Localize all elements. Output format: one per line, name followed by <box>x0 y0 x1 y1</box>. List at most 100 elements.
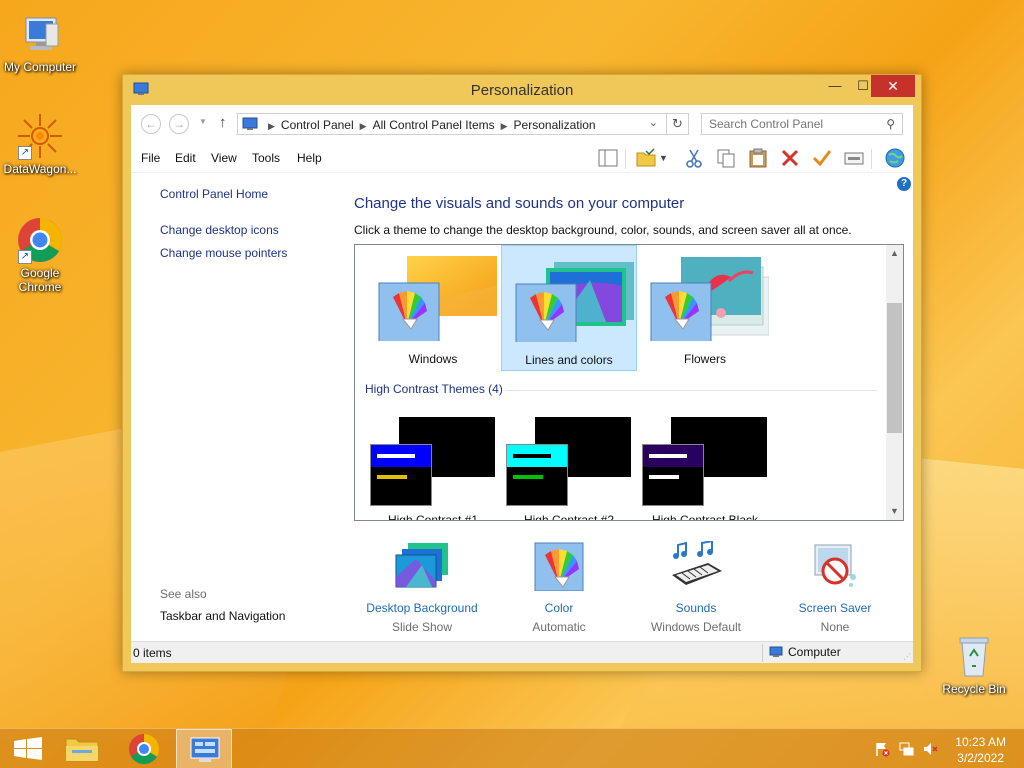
search-input[interactable] <box>709 117 879 131</box>
start-button[interactable] <box>0 729 56 768</box>
theme-preview <box>510 256 634 347</box>
theme-label: High Contrast #1 <box>387 513 479 521</box>
help-icon[interactable]: ? <box>897 177 911 191</box>
see-also-label: See also <box>160 587 207 601</box>
copy-icon[interactable] <box>715 147 737 169</box>
theme-lines-and-colors[interactable]: Lines and colors <box>501 245 637 371</box>
theme-preview <box>642 444 704 506</box>
chevron-right-icon[interactable]: ▶ <box>501 121 508 131</box>
desktop-icon-recycle-bin[interactable]: Recycle Bin <box>934 632 1014 696</box>
menu-tools[interactable]: Tools <box>252 151 280 165</box>
system-clock[interactable]: 10:23 AM 3/2/2022 <box>955 734 1006 766</box>
menu-view[interactable]: View <box>211 151 237 165</box>
globe-icon[interactable] <box>883 147 905 169</box>
theme-high-contrast-1[interactable]: High Contrast #1 <box>365 413 501 521</box>
preview-line <box>649 475 679 479</box>
minimize-button[interactable]: — <box>821 75 849 97</box>
taskbar-control-panel[interactable] <box>176 729 232 768</box>
theme-label: Lines and colors <box>525 353 613 367</box>
desktop-icon-my-computer[interactable]: My Computer <box>0 10 80 74</box>
breadcrumb-all-items[interactable]: All Control Panel Items <box>373 118 495 132</box>
vertical-scrollbar[interactable]: ▲ ▼ <box>886 245 903 520</box>
theme-label: High Contrast Black <box>651 513 759 521</box>
scroll-down-icon[interactable]: ▼ <box>886 503 903 520</box>
menu-file[interactable]: File <box>141 151 160 165</box>
setting-name[interactable]: Screen Saver <box>765 601 905 615</box>
layout-pane-icon[interactable] <box>597 147 619 169</box>
sounds-icon <box>668 539 724 591</box>
shortcut-arrow-icon: ↗ <box>18 250 32 264</box>
network-icon[interactable] <box>898 741 914 757</box>
desktop-icon-datawagon[interactable]: ↗ DataWagon... <box>0 112 80 176</box>
breadcrumb: ▶ Control Panel ▶ All Control Panel Items ▶ P… <box>262 118 596 132</box>
theme-label: High Contrast #2 <box>523 513 615 521</box>
preview-line <box>513 475 543 479</box>
link-control-panel-home[interactable]: Control Panel Home <box>160 187 268 201</box>
up-button[interactable]: ↑ <box>219 114 227 131</box>
theme-list: Windows Lines and colors Flowers High Co… <box>354 244 904 521</box>
recent-locations-icon[interactable]: ▼ <box>199 117 207 126</box>
chevron-right-icon[interactable]: ▶ <box>360 121 367 131</box>
chevron-right-icon: ▶ <box>268 121 275 131</box>
theme-flowers[interactable]: Flowers <box>637 245 773 371</box>
page-title: Change the visuals and sounds on your co… <box>354 195 685 212</box>
close-button[interactable]: ✕ <box>871 75 915 97</box>
menu-edit[interactable]: Edit <box>175 151 196 165</box>
sunburst-icon: ↗ <box>16 112 64 160</box>
link-change-desktop-icons[interactable]: Change desktop icons <box>160 223 279 237</box>
search-icon[interactable]: ⚲ <box>886 117 895 131</box>
action-center-flag-icon[interactable] <box>874 741 890 757</box>
search-box[interactable]: ⚲ <box>701 113 903 135</box>
desktop-icon-label: Google Chrome <box>18 266 62 294</box>
scroll-thumb[interactable] <box>887 303 902 433</box>
chrome-icon <box>129 733 159 765</box>
address-bar[interactable]: ▶ Control Panel ▶ All Control Panel Items ▶ P… <box>237 113 689 135</box>
color-setting[interactable]: Color Automatic <box>489 541 629 634</box>
setting-name[interactable]: Desktop Background <box>352 601 492 615</box>
menu-help[interactable]: Help <box>297 151 322 165</box>
volume-muted-icon[interactable] <box>922 741 938 757</box>
theme-high-contrast-2[interactable]: High Contrast #2 <box>501 413 637 521</box>
clock-date: 3/2/2022 <box>957 751 1004 765</box>
scroll-up-icon[interactable]: ▲ <box>886 245 903 262</box>
control-panel-icon <box>190 737 220 762</box>
folder-options-icon[interactable] <box>635 147 657 169</box>
breadcrumb-control-panel[interactable]: Control Panel <box>281 118 354 132</box>
screen-saver-setting[interactable]: Screen Saver None <box>765 541 905 634</box>
paste-icon[interactable] <box>747 147 769 169</box>
chevron-down-icon[interactable]: ⌄ <box>649 116 658 129</box>
window-title: Personalization <box>470 82 574 99</box>
menu-bar: File Edit View Tools Help ▼ <box>131 143 913 173</box>
screen-saver-icon <box>807 541 863 591</box>
theme-windows[interactable]: Windows <box>365 245 501 371</box>
refresh-icon[interactable]: ↻ <box>666 114 688 134</box>
properties-icon[interactable] <box>843 147 865 169</box>
link-taskbar-and-navigation[interactable]: Taskbar and Navigation <box>160 609 285 623</box>
setting-name[interactable]: Color <box>489 601 629 615</box>
desktop-background-setting[interactable]: Desktop Background Slide Show <box>352 541 492 634</box>
sounds-setting[interactable]: Sounds Windows Default <box>626 539 766 634</box>
cut-icon[interactable] <box>683 147 705 169</box>
start-icon <box>14 737 42 760</box>
personalization-window: Personalization — ☐ ✕ ← → ▼ ↑ ▶ Control P… <box>122 74 922 672</box>
theme-high-contrast-black[interactable]: High Contrast Black <box>637 413 773 521</box>
breadcrumb-personalization[interactable]: Personalization <box>514 118 596 132</box>
taskbar-google-chrome[interactable] <box>116 729 172 768</box>
taskbar-file-explorer[interactable] <box>54 729 110 768</box>
title-bar[interactable]: Personalization — ☐ ✕ <box>123 75 921 105</box>
checkmark-icon[interactable] <box>811 147 833 169</box>
back-button[interactable]: ← <box>141 114 161 134</box>
high-contrast-header[interactable]: High Contrast Themes (4) <box>365 382 503 396</box>
desktop-icon-google-chrome[interactable]: ↗ Google Chrome <box>0 216 80 294</box>
status-location-label: Computer <box>788 645 841 659</box>
toolbar-separator <box>871 149 872 169</box>
setting-name[interactable]: Sounds <box>626 601 766 615</box>
delete-icon[interactable] <box>779 147 801 169</box>
navigation-bar: ← → ▼ ↑ ▶ Control Panel ▶ All Control Panel… <box>131 105 913 143</box>
chevron-down-icon[interactable]: ▼ <box>659 147 671 169</box>
preview-line <box>649 454 687 458</box>
resize-grip[interactable]: ⋰ <box>903 652 911 661</box>
theme-preview <box>370 444 432 506</box>
forward-button[interactable]: → <box>169 114 189 134</box>
link-change-mouse-pointers[interactable]: Change mouse pointers <box>160 246 287 260</box>
